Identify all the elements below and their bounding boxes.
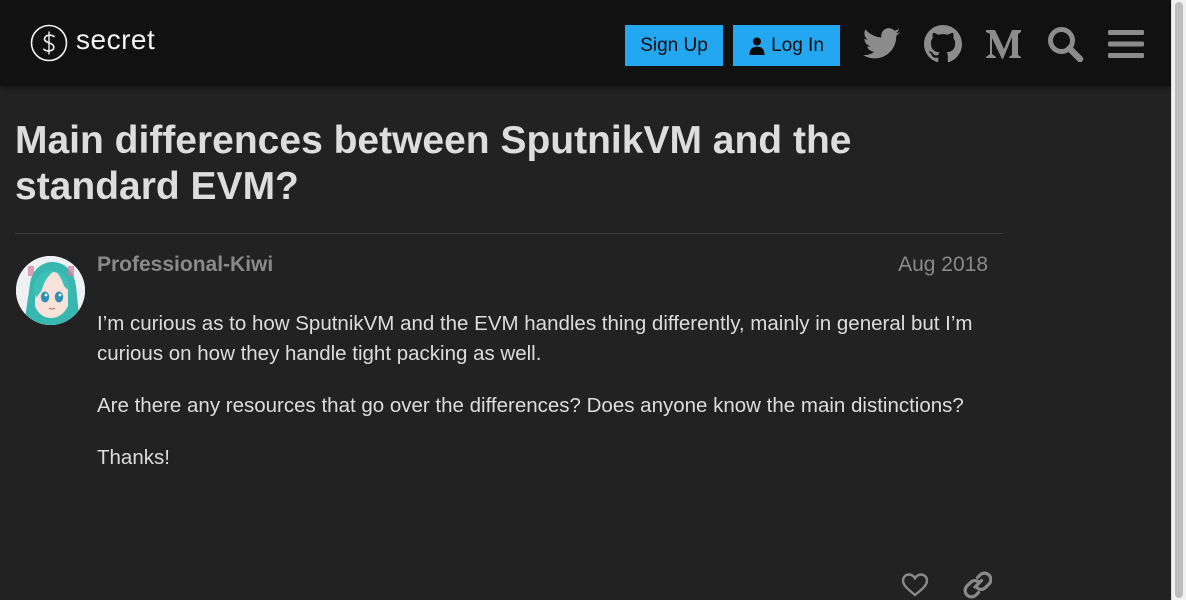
page: secret Sign Up Log In Main differences b… [0, 0, 1186, 600]
search-icon[interactable] [1044, 23, 1086, 65]
site-header: secret Sign Up Log In [0, 0, 1171, 86]
like-icon[interactable] [900, 570, 930, 600]
topic-title[interactable]: Main differences between SputnikVM and t… [15, 118, 1015, 210]
twitter-icon[interactable] [861, 23, 903, 65]
scrollbar-thumb[interactable] [1175, 2, 1183, 598]
title-divider [15, 233, 1003, 234]
medium-icon[interactable] [983, 23, 1025, 65]
avatar-image [16, 256, 85, 325]
post-body: I’m curious as to how SputnikVM and the … [97, 309, 977, 495]
avatar[interactable] [16, 256, 85, 325]
log-in-label: Log In [771, 34, 824, 56]
log-in-button[interactable]: Log In [733, 25, 840, 66]
menu-icon[interactable] [1105, 23, 1147, 65]
post-paragraph: I’m curious as to how SputnikVM and the … [97, 312, 973, 365]
user-icon [749, 37, 765, 55]
post-author[interactable]: Professional-Kiwi [97, 253, 273, 277]
sign-up-button[interactable]: Sign Up [625, 25, 723, 66]
logo-text: secret [76, 24, 156, 55]
link-icon[interactable] [962, 570, 992, 600]
github-icon[interactable] [922, 23, 964, 65]
post-paragraph: Are there any resources that go over the… [97, 394, 964, 417]
site-logo[interactable]: secret [30, 24, 155, 62]
scrollbar[interactable] [1171, 0, 1186, 600]
post-paragraph: Thanks! [97, 446, 170, 469]
post-date[interactable]: Aug 2018 [880, 253, 988, 277]
secret-logo-icon [30, 24, 68, 62]
